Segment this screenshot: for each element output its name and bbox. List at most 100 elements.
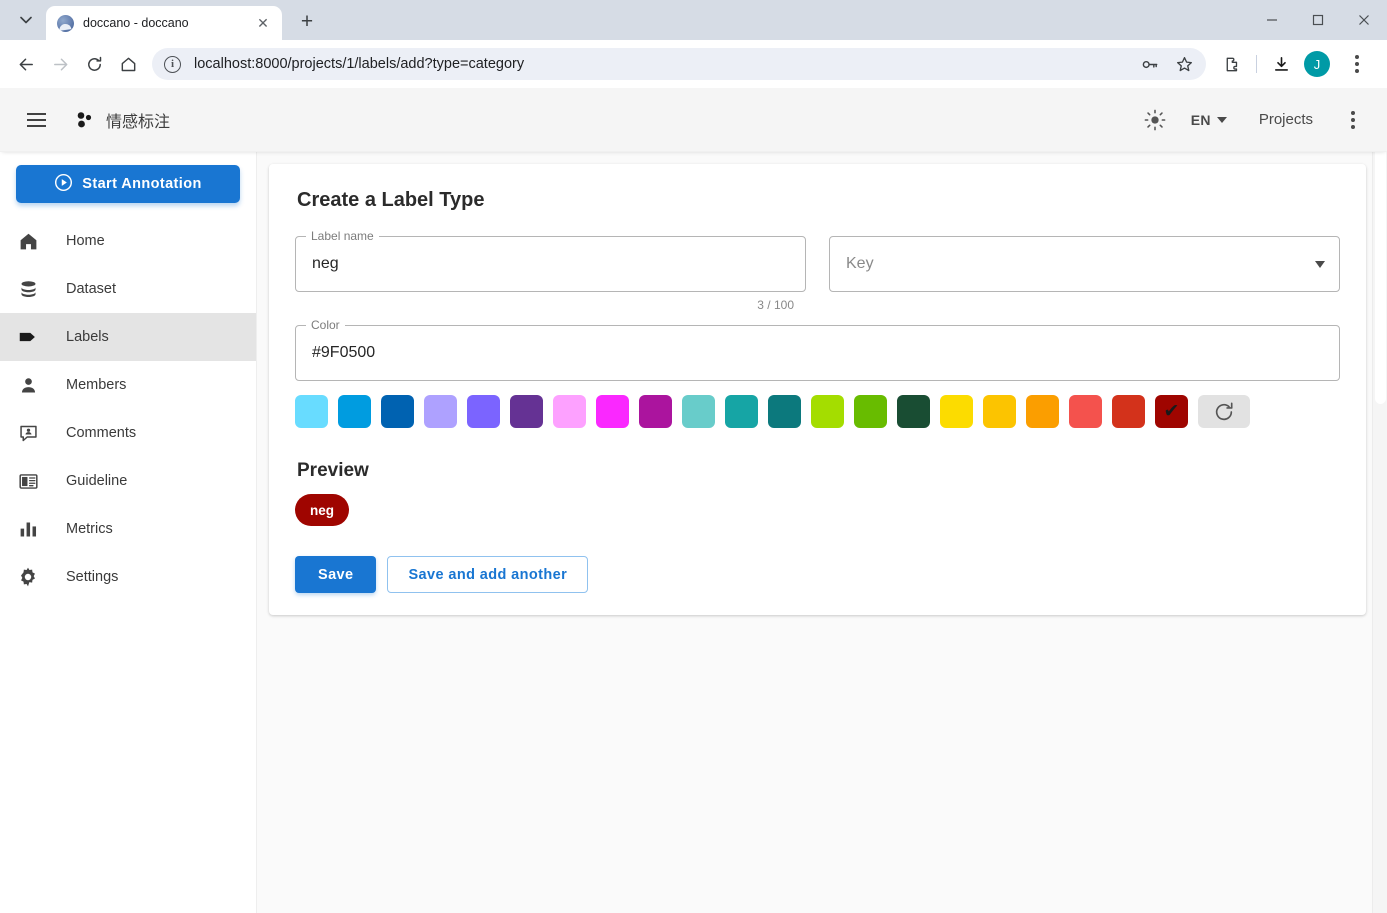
color-swatch[interactable] [596,395,629,428]
site-info-icon[interactable]: i [164,55,181,73]
language-label: EN [1190,111,1211,128]
forward-icon[interactable] [44,48,76,80]
label-name-counter: 3 / 100 [757,298,794,312]
projects-link[interactable]: Projects [1243,103,1329,136]
color-swatch[interactable] [811,395,844,428]
name-and-key-row: Label name 3 / 100 [295,229,1340,312]
sidebar-item-label: Guideline [66,473,128,489]
color-field[interactable]: Color [295,318,1340,381]
sidebar: Start Annotation Home Dataset Labels Mem… [0,152,257,913]
minimize-button[interactable] [1249,0,1295,40]
color-swatch[interactable] [854,395,887,428]
sun-icon[interactable] [1135,100,1175,140]
color-swatch[interactable] [768,395,801,428]
save-button[interactable]: Save [295,556,377,593]
book-icon [16,469,40,493]
color-swatch[interactable] [424,395,457,428]
tab-strip: doccano - doccano ✕ + [0,0,1387,40]
key-input[interactable] [844,254,1305,274]
chevron-down-icon[interactable] [1315,260,1325,268]
sidebar-item-label: Dataset [66,281,116,297]
sidebar-item-label: Home [66,233,105,249]
tag-icon [16,325,40,349]
reload-icon[interactable] [78,48,110,80]
browser-menu-icon[interactable] [1337,44,1377,84]
comment-icon [16,421,40,445]
tab-search-button[interactable] [8,3,44,37]
start-annotation-button[interactable]: Start Annotation [16,165,240,203]
tab-title: doccano - doccano [83,16,189,30]
sidebar-item-label: Members [66,377,127,393]
sidebar-item-label: Comments [66,425,137,441]
toolbar-divider [1256,55,1257,73]
language-selector[interactable]: EN [1179,104,1239,136]
color-swatch[interactable] [510,395,543,428]
color-swatch[interactable] [467,395,500,428]
downloads-icon[interactable] [1265,48,1297,80]
page-scrollbar[interactable]: ▲ [1372,88,1387,913]
color-swatch[interactable] [338,395,371,428]
refresh-icon[interactable] [1198,395,1250,428]
maximize-button[interactable] [1295,0,1341,40]
close-icon[interactable]: ✕ [252,12,274,34]
app-overflow-menu-icon[interactable] [1333,100,1373,140]
color-swatch[interactable] [639,395,672,428]
color-swatch[interactable] [1069,395,1102,428]
start-annotation-label: Start Annotation [82,176,202,192]
color-swatch[interactable] [983,395,1016,428]
doccano-favicon [57,14,74,32]
color-swatch[interactable] [897,395,930,428]
new-tab-button[interactable]: + [292,7,322,37]
bar-chart-icon [16,517,40,541]
home-icon [16,229,40,253]
address-bar[interactable]: i localhost:8000/projects/1/labels/add?t… [152,48,1206,80]
profile-avatar[interactable]: J [1304,51,1330,77]
color-swatch[interactable] [682,395,715,428]
color-swatch[interactable] [1112,395,1145,428]
app-header: 情感标注 EN Projects [0,88,1387,152]
sidebar-item-metrics[interactable]: Metrics [0,505,256,553]
sidebar-item-home[interactable]: Home [0,217,256,265]
sidebar-item-label: Settings [66,569,119,585]
color-legend: Color [306,318,345,332]
project-brand[interactable]: 情感标注 [76,108,170,132]
gear-icon [16,565,40,589]
color-swatch[interactable] [725,395,758,428]
sidebar-item-comments[interactable]: Comments [0,409,256,457]
color-swatch[interactable] [1026,395,1059,428]
sidebar-item-dataset[interactable]: Dataset [0,265,256,313]
browser-tab[interactable]: doccano - doccano ✕ [46,6,282,40]
label-name-input[interactable] [310,254,791,274]
color-swatch[interactable] [940,395,973,428]
person-icon [16,373,40,397]
color-swatch[interactable] [381,395,414,428]
window-controls [1249,0,1387,40]
home-icon[interactable] [112,48,144,80]
color-palette: ✔ [295,395,1340,428]
color-input[interactable] [310,343,1325,363]
color-swatch[interactable] [553,395,586,428]
url-text: localhost:8000/projects/1/labels/add?typ… [194,56,525,72]
sidebar-item-labels[interactable]: Labels [0,313,256,361]
extensions-puzzle-icon[interactable] [1216,48,1248,80]
password-key-icon[interactable] [1134,48,1166,80]
label-preview-chip: neg [295,494,350,526]
close-window-button[interactable] [1341,0,1387,40]
sidebar-item-guideline[interactable]: Guideline [0,457,256,505]
form-actions: Save Save and add another [295,556,1340,593]
save-and-add-another-button[interactable]: Save and add another [387,556,589,593]
key-select-field[interactable] [829,236,1340,292]
color-swatch[interactable] [295,395,328,428]
label-name-legend: Label name [306,229,379,243]
sidebar-item-members[interactable]: Members [0,361,256,409]
sidebar-item-label: Labels [66,329,109,345]
create-label-card: Create a Label Type Label name 3 / 100 [269,164,1366,615]
color-swatch[interactable]: ✔ [1155,395,1188,428]
main-content: Create a Label Type Label name 3 / 100 [257,152,1387,913]
browser-toolbar: i localhost:8000/projects/1/labels/add?t… [0,40,1387,88]
back-icon[interactable] [10,48,42,80]
hamburger-icon[interactable] [14,98,58,142]
bookmark-star-icon[interactable] [1168,48,1200,80]
sidebar-item-settings[interactable]: Settings [0,553,256,601]
label-name-field[interactable]: Label name [295,229,806,292]
